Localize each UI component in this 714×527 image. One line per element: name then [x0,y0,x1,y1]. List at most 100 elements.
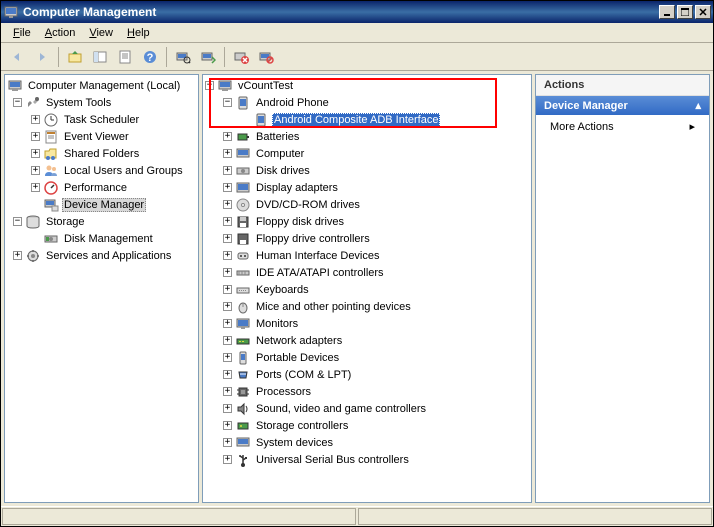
minimize-button[interactable] [659,5,675,19]
device-monitors[interactable]: + Monitors [205,315,529,332]
expand-icon[interactable]: + [223,438,232,447]
expand-icon[interactable]: + [31,115,40,124]
disk-icon [235,163,251,179]
expand-icon[interactable]: + [223,421,232,430]
tree-storage[interactable]: − Storage [7,213,196,230]
menu-help[interactable]: Help [121,25,156,41]
battery-icon [235,129,251,145]
device-hid[interactable]: + Human Interface Devices [205,247,529,264]
properties-button[interactable] [113,45,137,69]
device-dvd[interactable]: + DVD/CD-ROM drives [205,196,529,213]
expand-icon[interactable]: + [223,370,232,379]
collapse-icon[interactable]: − [13,217,22,226]
update-driver-button[interactable] [196,45,220,69]
expand-icon[interactable]: + [223,166,232,175]
expand-icon[interactable]: + [13,251,22,260]
expand-icon[interactable]: + [223,319,232,328]
sound-icon [235,401,251,417]
expand-icon[interactable]: + [31,132,40,141]
tree-device-manager[interactable]: Device Manager [7,196,196,213]
device-system[interactable]: + System devices [205,434,529,451]
expand-icon[interactable]: + [223,404,232,413]
collapse-arrow-icon: ▴ [695,99,701,112]
more-actions-item[interactable]: More Actions ▸ [536,115,709,138]
forward-button[interactable] [30,45,54,69]
device-portable[interactable]: + Portable Devices [205,349,529,366]
menu-action[interactable]: Action [39,25,82,41]
menu-file[interactable]: File [7,25,37,41]
disable-button[interactable] [254,45,278,69]
device-disk-drives[interactable]: + Disk drives [205,162,529,179]
close-button[interactable] [695,5,711,19]
maximize-button[interactable] [677,5,693,19]
window-title: Computer Management [23,5,659,19]
device-floppy-ctrl[interactable]: + Floppy drive controllers [205,230,529,247]
device-ide[interactable]: + IDE ATA/ATAPI controllers [205,264,529,281]
tree-label: Computer [254,147,306,161]
device-usb[interactable]: + Universal Serial Bus controllers [205,451,529,468]
tree-label: Batteries [254,130,301,144]
expand-icon[interactable]: + [31,149,40,158]
device-android-phone[interactable]: − Android Phone [205,94,529,111]
device-ports[interactable]: + Ports (COM & LPT) [205,366,529,383]
device-network[interactable]: + Network adapters [205,332,529,349]
device-floppy[interactable]: + Floppy disk drives [205,213,529,230]
tree-shared-folders[interactable]: + Shared Folders [7,145,196,162]
expand-icon[interactable]: + [223,132,232,141]
expand-icon[interactable]: + [223,268,232,277]
expand-icon[interactable]: + [223,200,232,209]
up-button[interactable] [63,45,87,69]
device-batteries[interactable]: + Batteries [205,128,529,145]
tree-label: Computer Management (Local) [26,79,182,93]
performance-icon [43,180,59,196]
expand-icon[interactable]: + [223,336,232,345]
tree-label: Performance [62,181,129,195]
controller-icon [235,231,251,247]
tree-system-tools[interactable]: − System Tools [7,94,196,111]
device-processors[interactable]: + Processors [205,383,529,400]
portable-icon [235,350,251,366]
device-display[interactable]: + Display adapters [205,179,529,196]
menu-view[interactable]: View [83,25,119,41]
collapse-icon[interactable]: − [13,98,22,107]
expand-icon[interactable]: + [223,455,232,464]
device-keyboards[interactable]: + Keyboards [205,281,529,298]
tree-root[interactable]: Computer Management (Local) [7,77,196,94]
device-storage-ctrl[interactable]: + Storage controllers [205,417,529,434]
expand-icon[interactable]: + [223,387,232,396]
collapse-icon[interactable]: − [223,98,232,107]
expand-icon[interactable]: + [223,149,232,158]
expand-icon[interactable]: + [223,217,232,226]
help-button[interactable]: ? [138,45,162,69]
device-computer[interactable]: + Computer [205,145,529,162]
actions-subheader[interactable]: Device Manager ▴ [536,96,709,115]
tree-label: Task Scheduler [62,113,141,127]
expand-icon[interactable]: + [223,183,232,192]
tree-event-viewer[interactable]: + Event Viewer [7,128,196,145]
device-mice[interactable]: + Mice and other pointing devices [205,298,529,315]
uninstall-button[interactable] [229,45,253,69]
device-android-adb[interactable]: Android Composite ADB Interface [205,111,529,128]
tree-label: Services and Applications [44,249,173,263]
tree-services-apps[interactable]: + Services and Applications [7,247,196,264]
expand-icon[interactable]: + [31,166,40,175]
content-area: Computer Management (Local) − System Too… [1,71,713,506]
tree-label: Portable Devices [254,351,341,365]
scan-hardware-button[interactable] [171,45,195,69]
device-root[interactable]: − vCountTest [205,77,529,94]
device-sound[interactable]: + Sound, video and game controllers [205,400,529,417]
expand-icon[interactable]: + [31,183,40,192]
expand-icon[interactable]: + [223,251,232,260]
expand-icon[interactable]: + [223,285,232,294]
expand-icon[interactable]: + [223,302,232,311]
show-hide-button[interactable] [88,45,112,69]
tree-task-scheduler[interactable]: + Task Scheduler [7,111,196,128]
expand-icon[interactable]: + [223,234,232,243]
tree-performance[interactable]: + Performance [7,179,196,196]
tree-local-users[interactable]: + Local Users and Groups [7,162,196,179]
back-button[interactable] [5,45,29,69]
expand-icon[interactable]: + [223,353,232,362]
tree-disk-management[interactable]: Disk Management [7,230,196,247]
actions-sub-label: Device Manager [544,100,628,112]
collapse-icon[interactable]: − [205,81,214,90]
